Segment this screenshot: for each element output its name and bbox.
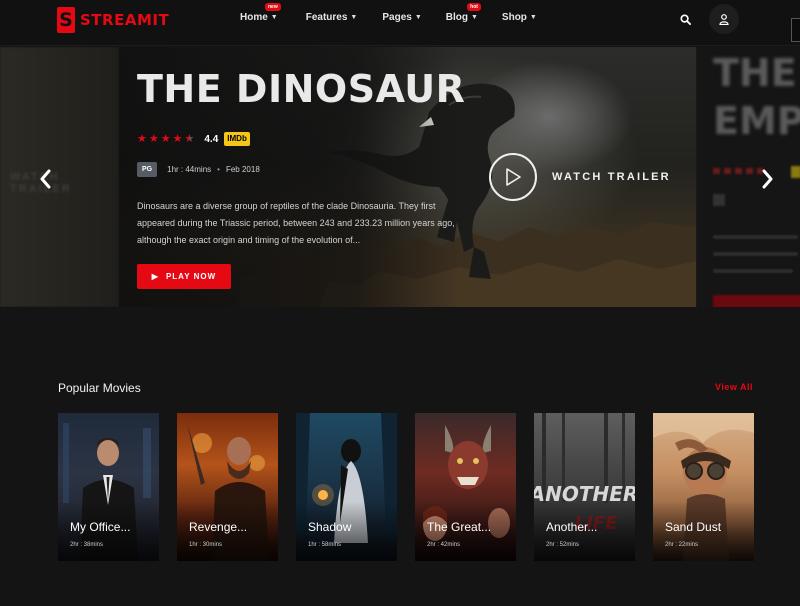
watch-trailer-label: WATCH TRAILER — [552, 171, 671, 183]
movie-card[interactable]: My Office... 2hr : 38mins — [58, 413, 159, 561]
view-all-link[interactable]: View All — [715, 382, 753, 392]
user-icon — [719, 13, 729, 25]
movie-card[interactable]: ANOTHER LIFE Another... 2hr : 52mins — [534, 413, 635, 561]
caret-down-icon: ▼ — [414, 14, 422, 21]
search-icon — [679, 13, 691, 25]
movie-card[interactable]: Shadow 1hr : 58mins — [296, 413, 397, 561]
ghost-line — [713, 235, 798, 239]
movie-duration: 1hr : 44mins — [167, 165, 212, 174]
caret-down-icon: ▼ — [529, 14, 537, 21]
nav-item-shop[interactable]: Shop ▼ — [502, 12, 537, 23]
ghost-play-button — [713, 295, 800, 307]
ghost-imdb — [791, 166, 800, 178]
movie-card[interactable]: Sand Dust 2hr : 22mins — [653, 413, 754, 561]
star-icon: ★ — [172, 132, 183, 145]
ghost-line — [713, 269, 793, 273]
movie-duration: 2hr : 52mins — [546, 542, 580, 548]
caret-down-icon: ▼ — [350, 14, 358, 21]
ghost-title-line-1: THE — [713, 51, 797, 95]
slider-next-button[interactable] — [758, 167, 778, 191]
imdb-badge: IMDb — [224, 132, 250, 146]
ghost-trailer-text: WATCH TRAILER — [10, 171, 72, 195]
ghost-title-line-2: EMPI — [713, 99, 800, 143]
nav-item-features[interactable]: Features ▼ — [306, 12, 358, 23]
pg-rating-badge: PG — [137, 162, 158, 177]
separator-dot: • — [217, 165, 220, 174]
movie-title: Shadow — [308, 520, 352, 534]
nav-item-label: Pages — [382, 12, 412, 23]
next-slide-preview[interactable]: THE EMPI — [697, 47, 800, 307]
movie-card[interactable]: Revenge... 1hr : 30mins — [177, 413, 278, 561]
top-header: S STREAMIT Home ▼ new Features ▼ Pages ▼… — [0, 0, 800, 46]
movie-duration: 2hr : 42mins — [427, 542, 461, 548]
ghost-stars — [713, 168, 763, 174]
hero-rating: ★ ★ ★ ★ ★ 4.4 IMDb — [137, 132, 250, 146]
nav-item-label: Shop — [501, 12, 527, 23]
movie-title: My Office... — [70, 520, 131, 534]
side-widget-icon[interactable] — [791, 18, 800, 42]
nav-item-label: Home — [240, 12, 268, 23]
main-nav: Home ▼ new Features ▼ Pages ▼ Blog ▼ hot… — [240, 3, 537, 23]
caret-down-icon: ▼ — [270, 14, 278, 21]
slider-prev-button[interactable] — [35, 167, 55, 191]
nav-item-label: Blog — [445, 12, 468, 23]
movie-duration: 2hr : 22mins — [665, 542, 699, 548]
ghost-line — [713, 252, 798, 256]
section-title: Popular Movies — [58, 381, 141, 395]
star-icon: ★ — [148, 132, 159, 145]
caret-down-icon: ▼ — [470, 14, 478, 21]
hero-meta: PG 1hr : 44mins • Feb 2018 — [137, 162, 260, 177]
play-now-label: PLAY NOW — [165, 272, 217, 281]
rating-value: 4.4 — [204, 133, 219, 145]
nav-badge-new: new — [265, 3, 281, 11]
movie-duration: 1hr : 30mins — [189, 542, 223, 548]
movie-title: The Great... — [427, 520, 492, 534]
chevron-right-icon — [762, 169, 773, 189]
chevron-left-icon — [40, 169, 51, 189]
movie-title: Sand Dust — [665, 520, 722, 534]
play-triangle-icon — [506, 168, 521, 186]
star-icon: ★ — [137, 132, 147, 145]
movie-title: Revenge... — [189, 520, 248, 534]
logo-text: STREAMIT — [80, 11, 170, 29]
release-date: Feb 2018 — [225, 165, 260, 174]
star-icon: ★ — [160, 132, 171, 145]
nav-item-home[interactable]: Home ▼ new — [240, 3, 281, 23]
nav-item-label: Features — [305, 12, 348, 23]
hero-description: Dinosaurs are a diverse group of reptile… — [137, 201, 455, 245]
nav-item-blog[interactable]: Blog ▼ hot — [445, 3, 481, 23]
star-half-icon: ★ — [184, 132, 195, 145]
nav-badge-hot: hot — [467, 3, 481, 11]
movie-duration: 2hr : 38mins — [70, 542, 104, 548]
movie-title: Another... — [546, 520, 598, 534]
movie-cards-row: My Office... 2hr : 38mins Revenge... 1hr… — [58, 413, 754, 561]
play-now-button[interactable]: ▶ PLAY NOW — [137, 264, 231, 289]
user-account-button[interactable] — [709, 4, 739, 34]
previous-slide-preview[interactable]: WATCH TRAILER — [0, 47, 118, 307]
logo-mark: S — [57, 7, 75, 33]
star-rating: ★ ★ ★ ★ ★ — [137, 132, 195, 145]
movie-duration: 1hr : 58mins — [308, 542, 342, 548]
play-circle-icon — [489, 153, 537, 201]
play-icon: ▶ — [151, 272, 159, 281]
search-button[interactable] — [670, 4, 700, 34]
ghost-pg — [713, 194, 725, 206]
brand-logo[interactable]: S STREAMIT — [57, 7, 169, 33]
watch-trailer-button[interactable]: WATCH TRAILER — [489, 153, 671, 201]
nav-item-pages[interactable]: Pages ▼ — [382, 12, 421, 23]
movie-card[interactable]: The Great... 2hr : 42mins — [415, 413, 516, 561]
hero-title: THE DINOSAUR — [137, 67, 466, 111]
